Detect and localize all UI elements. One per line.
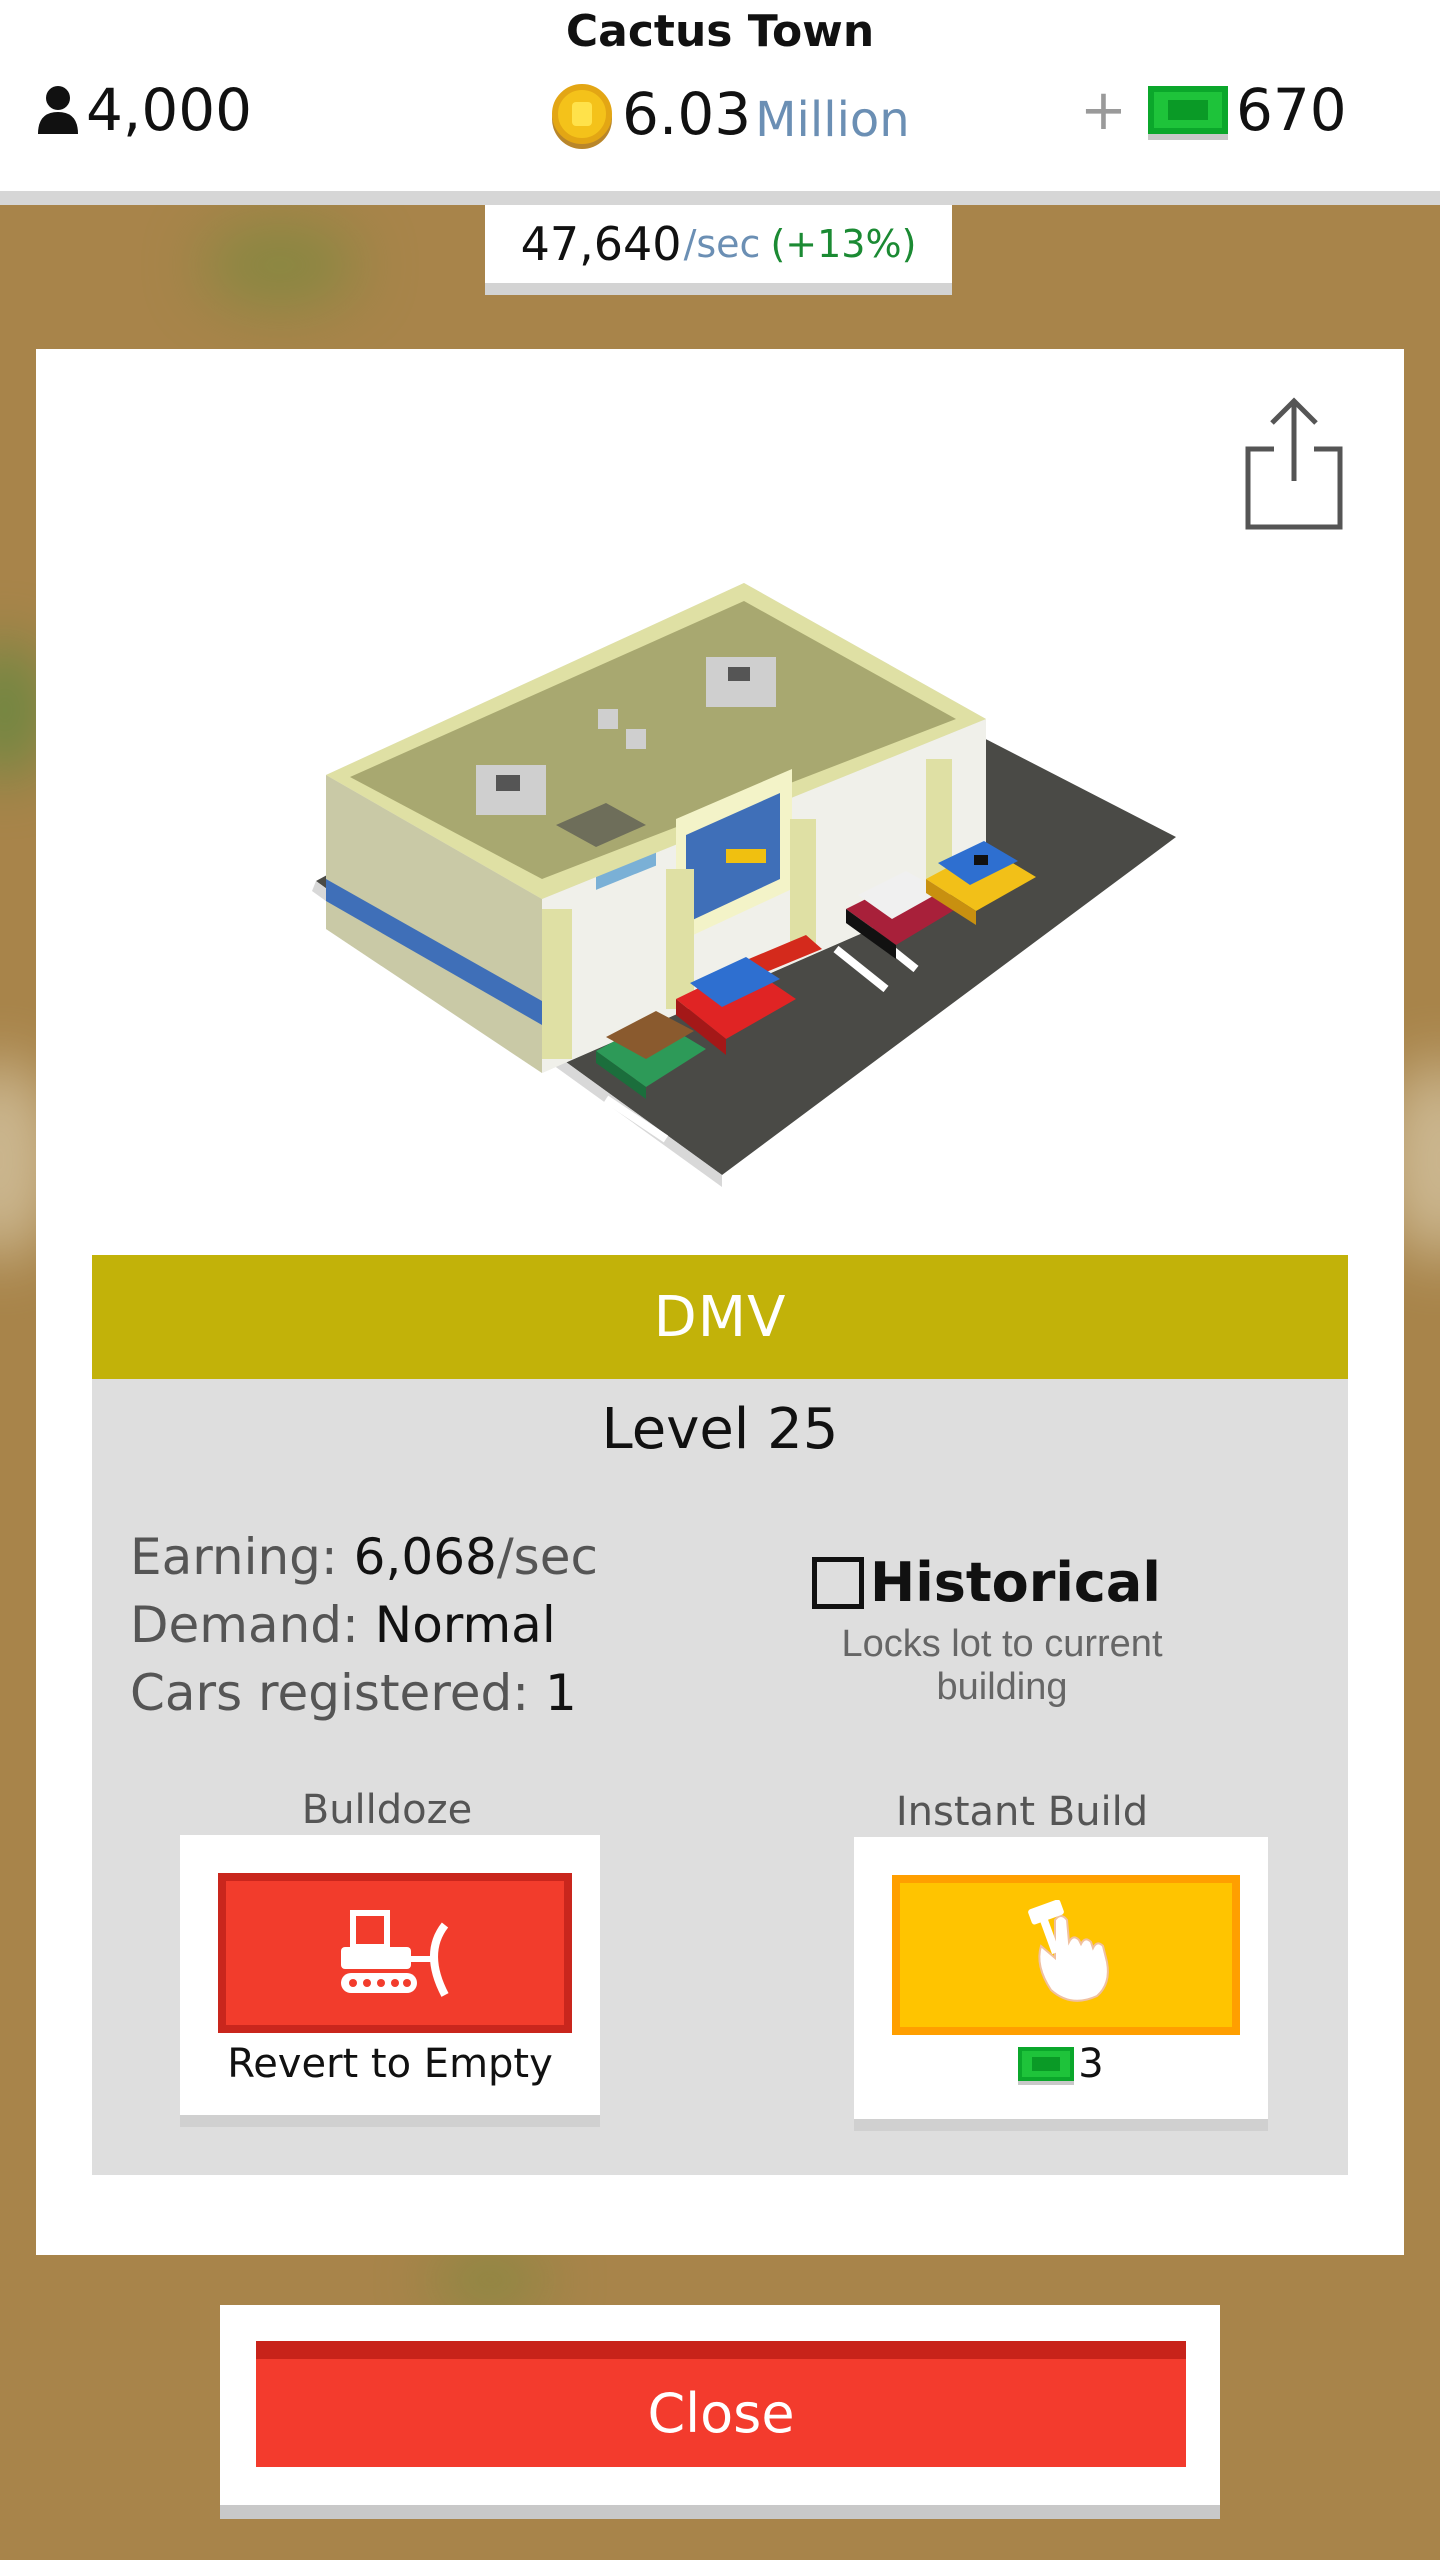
share-icon[interactable]: [1244, 395, 1344, 531]
building-stats: Earning: 6,068/sec Demand: Normal Cars r…: [130, 1523, 598, 1727]
coin-counter: 6.03 Million: [552, 76, 910, 152]
background-blur: [430, 2250, 550, 2310]
cars-value: 1: [545, 1664, 577, 1722]
buy-cash-plus-button[interactable]: +: [1080, 78, 1127, 143]
historical-label: Historical: [870, 1551, 1161, 1614]
instant-build-cost-value: 3: [1078, 2041, 1104, 2087]
bulldoze-caption: Revert to Empty: [227, 2041, 553, 2087]
close-container: Close: [220, 2305, 1220, 2519]
cash-bill-icon: [1148, 86, 1228, 134]
demand-value: Normal: [374, 1596, 556, 1654]
earning-unit: /sec: [496, 1528, 598, 1586]
instant-build-title: Instant Build: [895, 1789, 1149, 1835]
town-name[interactable]: Cactus Town: [0, 6, 1440, 57]
building-info-box: DMV Level 25 Earning: 6,068/sec Demand: …: [92, 1255, 1348, 2175]
demand-row: Demand: Normal: [130, 1591, 598, 1659]
coin-icon: [552, 84, 612, 144]
cash-counter[interactable]: 670: [1148, 72, 1347, 148]
earning-value: 6,068: [353, 1528, 497, 1586]
bulldoze-card: Revert to Empty: [180, 1835, 600, 2127]
building-name: DMV: [92, 1255, 1348, 1379]
bulldoze-title: Bulldoze: [301, 1787, 473, 1833]
instant-build-button[interactable]: [892, 1875, 1240, 2035]
bulldozer-icon: [341, 1910, 449, 1997]
demand-label: Demand:: [130, 1596, 359, 1654]
coins-unit: Million: [755, 92, 910, 148]
coins-value: 6.03: [622, 80, 752, 148]
income-rate-bonus: (+13%): [770, 222, 917, 266]
cash-value: 670: [1236, 76, 1347, 144]
hand-hammer-icon: [1028, 1900, 1109, 2002]
historical-checkbox[interactable]: [812, 1556, 864, 1609]
population-counter: 4,000: [36, 72, 252, 148]
background-blur: [200, 220, 360, 310]
cash-bill-icon: [1018, 2047, 1075, 2081]
income-rate-tab: 47,640 /sec (+13%): [485, 205, 952, 295]
person-icon: [38, 86, 78, 134]
instant-build-cost: 3: [854, 2041, 1268, 2087]
earning-row: Earning: 6,068/sec: [130, 1523, 598, 1591]
earning-label: Earning:: [130, 1528, 338, 1586]
top-hud: Cactus Town 4,000 6.03 Million + 670: [0, 0, 1440, 205]
historical-description: Locks lot to current building: [841, 1623, 1163, 1708]
historical-toggle[interactable]: Historical: [812, 1551, 1161, 1614]
income-rate-unit: /sec: [683, 222, 761, 266]
building-panel: DMV Level 25 Earning: 6,068/sec Demand: …: [36, 349, 1404, 2255]
population-value: 4,000: [86, 76, 253, 144]
building-level: Level 25: [601, 1397, 839, 1462]
instant-build-card: 3: [854, 1837, 1268, 2131]
bulldoze-button[interactable]: [218, 1873, 572, 2033]
cars-label: Cars registered:: [130, 1664, 530, 1722]
income-rate-value: 47,640: [520, 217, 682, 271]
close-button[interactable]: Close: [256, 2341, 1186, 2467]
cars-row: Cars registered: 1: [130, 1659, 598, 1727]
building-illustration: [312, 583, 1176, 1187]
